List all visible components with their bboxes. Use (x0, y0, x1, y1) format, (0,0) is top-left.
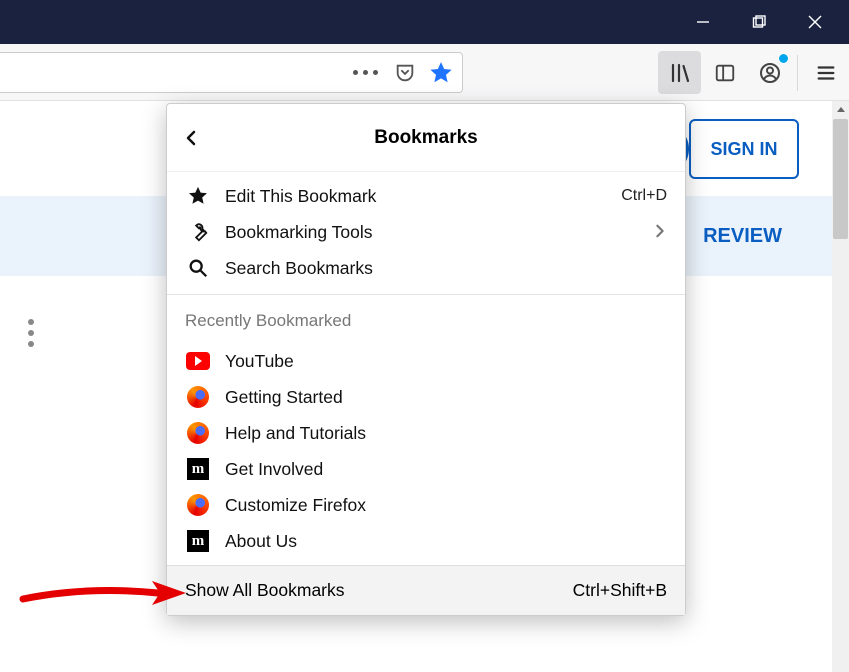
page-actions-icon[interactable] (353, 70, 378, 75)
account-button[interactable] (748, 51, 791, 94)
bookmarking-tools-item[interactable]: Bookmarking Tools (167, 214, 685, 250)
menu-item-label: Edit This Bookmark (225, 186, 607, 207)
window-close-button[interactable] (787, 0, 843, 44)
bookmark-item-help[interactable]: Help and Tutorials (167, 415, 685, 451)
mozilla-icon: m (185, 530, 211, 552)
bookmark-label: Getting Started (225, 387, 667, 408)
edit-bookmark-item[interactable]: Edit This Bookmark Ctrl+D (167, 178, 685, 214)
menu-item-label: Show All Bookmarks (185, 580, 573, 601)
search-bookmarks-item[interactable]: Search Bookmarks (167, 250, 685, 286)
window-maximize-button[interactable] (731, 0, 787, 44)
toolbar-right (658, 44, 849, 101)
review-tab-label: REVIEW (703, 225, 782, 248)
bookmark-item-getting-started[interactable]: Getting Started (167, 379, 685, 415)
bookmark-star-icon[interactable] (428, 60, 454, 86)
bookmark-item-customize[interactable]: Customize Firefox (167, 487, 685, 523)
toolbar-separator (797, 55, 798, 91)
bookmark-item-get-involved[interactable]: m Get Involved (167, 451, 685, 487)
chevron-right-icon (653, 222, 667, 243)
window-controls (675, 0, 843, 44)
star-icon (185, 185, 211, 207)
panel-title: Bookmarks (217, 127, 635, 149)
menu-item-accelerator: Ctrl+D (621, 187, 667, 205)
sign-in-button[interactable]: SIGN IN (689, 119, 799, 179)
app-menu-button[interactable] (804, 51, 847, 94)
recently-bookmarked-list: YouTube Getting Started Help and Tutoria… (167, 337, 685, 565)
bookmark-label: Help and Tutorials (225, 423, 667, 444)
panel-divider (167, 294, 685, 295)
panel-back-button[interactable] (167, 130, 217, 146)
bookmark-label: YouTube (225, 351, 667, 372)
firefox-icon (185, 494, 211, 516)
url-bar[interactable] (0, 52, 463, 93)
scroll-thumb[interactable] (833, 119, 848, 239)
bookmark-item-about-us[interactable]: m About Us (167, 523, 685, 559)
more-options-icon[interactable] (28, 319, 34, 347)
youtube-icon (185, 352, 211, 370)
sidebar-button[interactable] (703, 51, 746, 94)
bookmark-label: About Us (225, 531, 667, 552)
search-icon (185, 257, 211, 279)
bookmarks-panel: Bookmarks Edit This Bookmark Ctrl+D Book… (166, 103, 686, 616)
bookmark-label: Customize Firefox (225, 495, 667, 516)
mozilla-icon: m (185, 458, 211, 480)
firefox-icon (185, 386, 211, 408)
panel-actions: Edit This Bookmark Ctrl+D Bookmarking To… (167, 172, 685, 292)
menu-item-label: Search Bookmarks (225, 258, 667, 279)
show-all-bookmarks-item[interactable]: Show All Bookmarks Ctrl+Shift+B (167, 565, 685, 615)
library-button[interactable] (658, 51, 701, 94)
vertical-scrollbar[interactable] (832, 101, 849, 672)
menu-item-label: Bookmarking Tools (225, 222, 639, 243)
pocket-icon[interactable] (394, 62, 416, 84)
bookmark-item-youtube[interactable]: YouTube (167, 343, 685, 379)
recently-bookmarked-label: Recently Bookmarked (167, 297, 685, 337)
firefox-icon (185, 422, 211, 444)
wrench-icon (185, 221, 211, 243)
bookmark-label: Get Involved (225, 459, 667, 480)
menu-item-accelerator: Ctrl+Shift+B (573, 580, 667, 601)
window-titlebar (0, 0, 849, 44)
browser-toolbar (0, 44, 849, 101)
window-minimize-button[interactable] (675, 0, 731, 44)
panel-header: Bookmarks (167, 104, 685, 172)
scroll-up-arrow[interactable] (832, 101, 849, 119)
